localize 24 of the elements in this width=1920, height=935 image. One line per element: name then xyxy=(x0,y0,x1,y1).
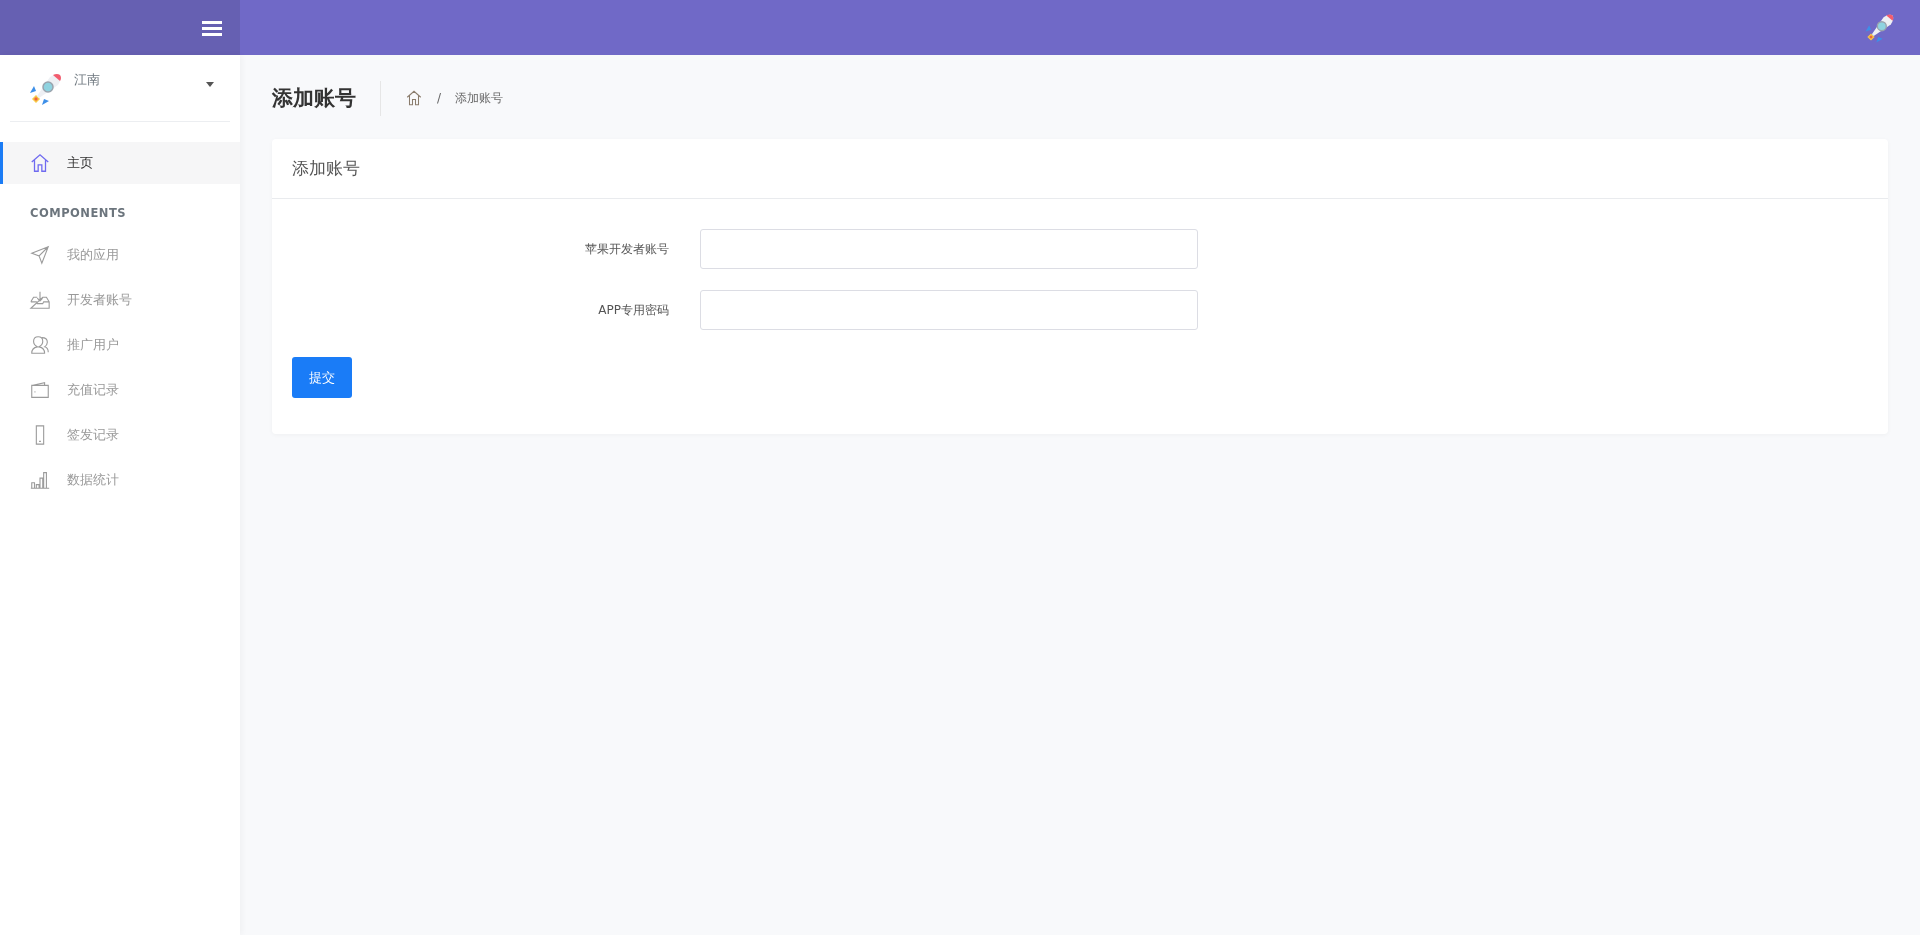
home-icon[interactable] xyxy=(405,89,423,107)
breadcrumb-separator: / xyxy=(437,91,442,105)
section-title: COMPONENTS xyxy=(29,205,128,222)
page-title: 添加账号 xyxy=(272,80,381,116)
caret-icon[interactable] xyxy=(206,82,214,87)
user-name: 江南 xyxy=(74,71,100,89)
field-label: 苹果开发者账号 xyxy=(584,240,670,258)
sidebar-item[interactable]: 数据统计 xyxy=(0,457,240,502)
sidebar-item[interactable]: 主页 xyxy=(0,142,240,184)
card-title: 添加账号 xyxy=(272,139,1888,199)
submit-button[interactable]: 提交 xyxy=(292,357,352,398)
input-field[interactable] xyxy=(700,290,1198,330)
paper-plane-icon xyxy=(29,243,51,266)
users-icon xyxy=(29,333,51,356)
breadcrumb-item[interactable]: 添加账号 xyxy=(455,90,504,106)
home-icon xyxy=(29,152,51,174)
sidebar-item[interactable]: 我的应用 xyxy=(0,232,240,277)
input-field[interactable] xyxy=(700,229,1198,269)
field-label: APP专用密码 xyxy=(597,301,670,319)
sidebar-item[interactable]: 充值记录 xyxy=(0,367,240,412)
menu-icon[interactable] xyxy=(202,19,222,36)
sidebar-item[interactable]: 签发记录 xyxy=(0,412,240,457)
sidebar-item[interactable]: 开发者账号 xyxy=(0,277,240,322)
sidebar-item[interactable]: 推广用户 xyxy=(0,322,240,367)
